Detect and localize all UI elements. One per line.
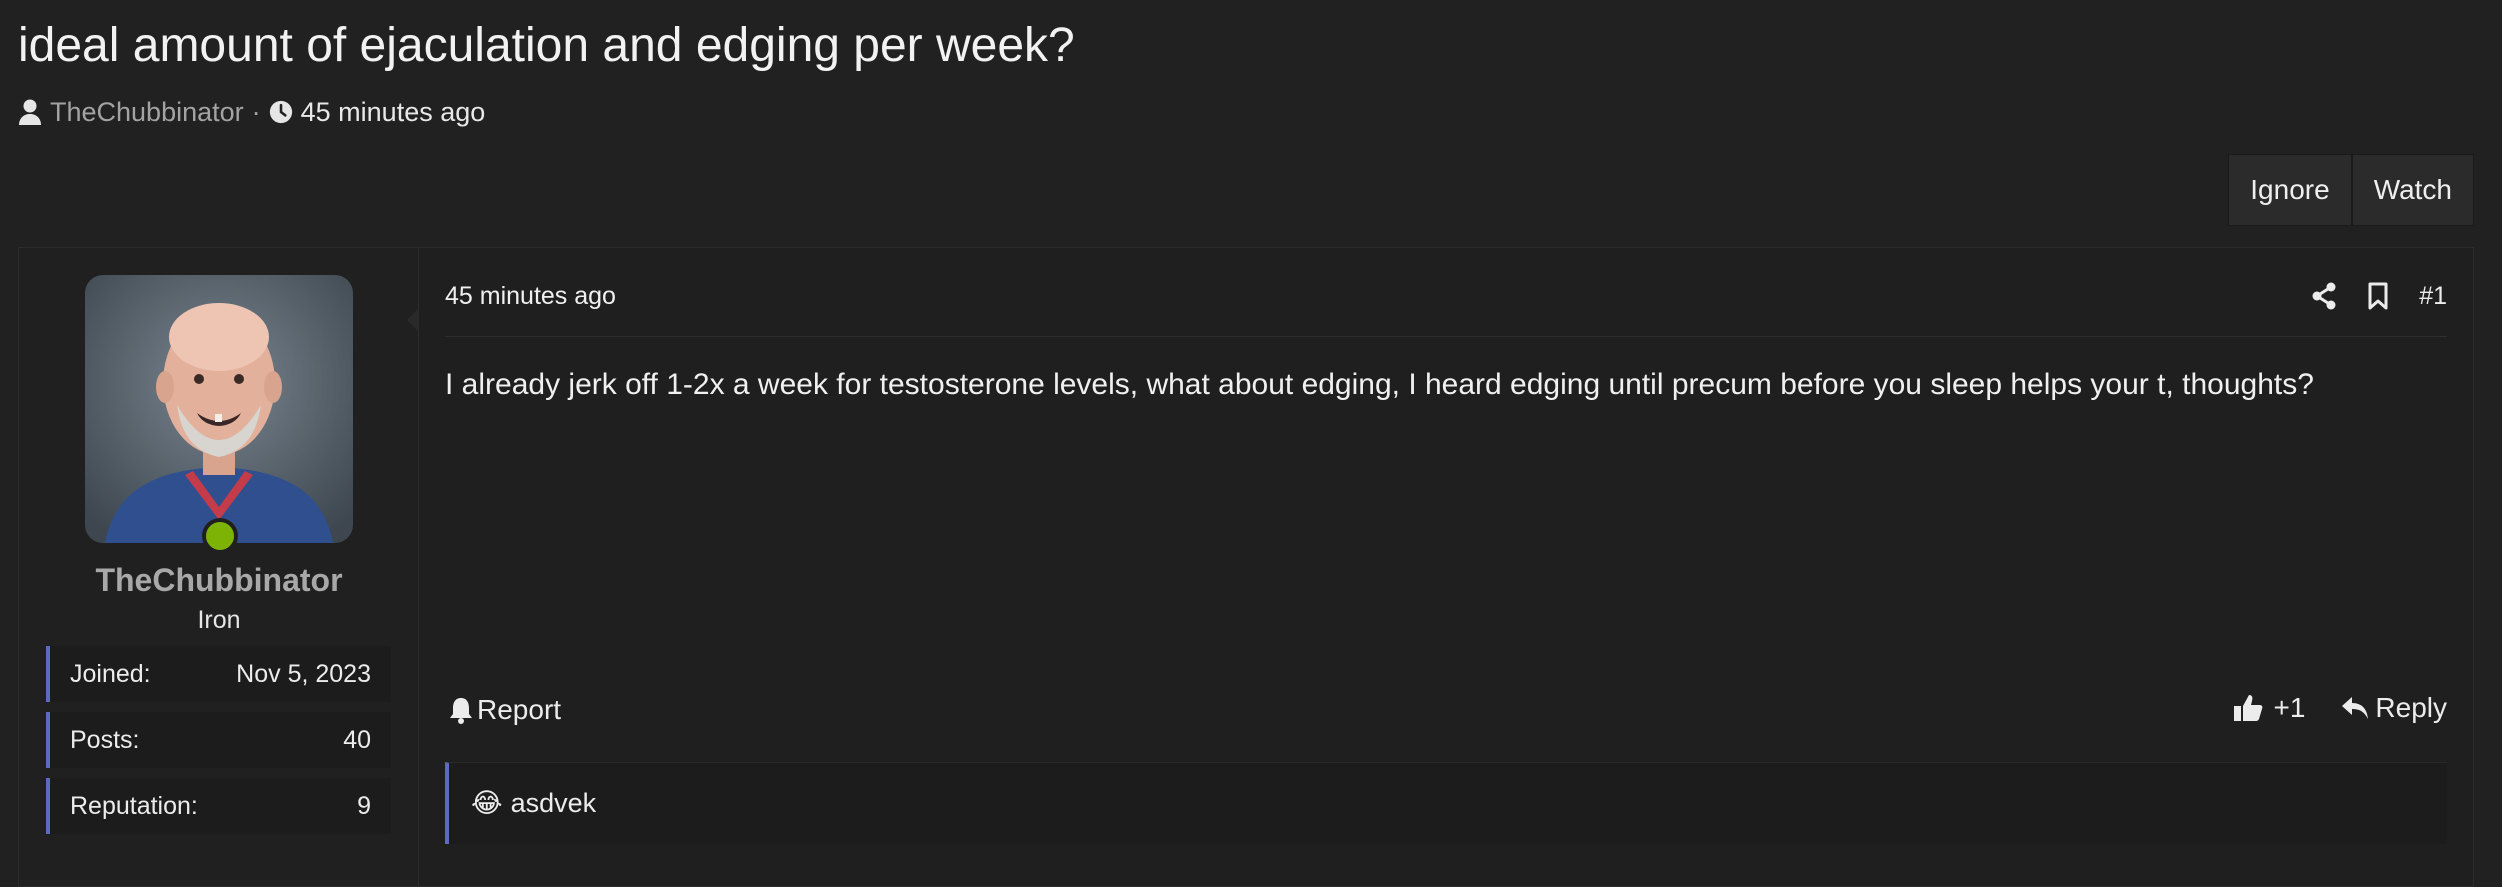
thread-time[interactable]: 45 minutes ago — [301, 97, 486, 128]
meta-separator: · — [251, 96, 261, 127]
stat-label: Reputation: — [70, 791, 198, 820]
stat-value: Nov 5, 2023 — [236, 659, 371, 688]
user-icon — [18, 98, 42, 126]
avatar[interactable] — [85, 275, 353, 543]
clock-icon — [269, 98, 293, 126]
online-status-indicator — [202, 518, 238, 554]
stat-value: 9 — [357, 791, 371, 820]
ignore-button[interactable]: Ignore — [2228, 154, 2352, 226]
stat-posts: Posts: 40 — [46, 712, 391, 768]
post-number-link[interactable]: #1 — [2419, 282, 2447, 311]
share-icon[interactable] — [2311, 282, 2337, 310]
post: TheChubbinator Iron Joined: Nov 5, 2023 … — [18, 247, 2474, 887]
stat-joined: Joined: Nov 5, 2023 — [46, 646, 391, 702]
report-label: Report — [477, 694, 562, 725]
watch-button[interactable]: Watch — [2351, 154, 2474, 226]
post-user-panel: TheChubbinator Iron Joined: Nov 5, 2023 … — [19, 248, 419, 886]
thumbs-up-icon — [2234, 695, 2263, 721]
user-rank-title: Iron — [197, 606, 241, 634]
reply-icon — [2342, 697, 2369, 719]
stat-label: Posts: — [70, 725, 140, 754]
message-caret — [407, 308, 419, 332]
like-count: +1 — [2273, 692, 2306, 723]
stat-value[interactable]: 40 — [343, 726, 371, 755]
thread-meta: TheChubbinator · 45 minutes ago — [18, 94, 485, 130]
reaction-user-link[interactable]: asdvek — [511, 788, 597, 819]
post-message: 45 minutes ago #1 I already jerk off 1-2… — [407, 248, 2473, 886]
thread-author-link[interactable]: TheChubbinator — [50, 97, 244, 128]
post-footer-actions: +1 Reply — [2233, 692, 2447, 724]
post-time[interactable]: 45 minutes ago — [445, 282, 616, 311]
post-tools: #1 — [2281, 276, 2447, 316]
stat-label: Joined: — [70, 659, 151, 688]
post-username[interactable]: TheChubbinator — [19, 562, 419, 599]
bell-icon — [450, 698, 472, 724]
stat-reputation: Reputation: 9 — [46, 778, 391, 834]
reply-label: Reply — [2375, 692, 2447, 723]
thread-actions: Ignore Watch — [2228, 154, 2474, 226]
like-button[interactable]: +1 — [2233, 692, 2305, 724]
bookmark-icon[interactable] — [2367, 282, 2389, 310]
reply-button[interactable]: Reply — [2341, 692, 2447, 724]
laughing-tears-emoji-icon: 😂 — [471, 788, 503, 818]
reactions-bar[interactable]: 😂 asdvek — [445, 762, 2447, 844]
thread-title: ideal amount of ejaculation and edging p… — [18, 19, 1075, 72]
report-button[interactable]: Report — [449, 694, 561, 726]
post-body: I already jerk off 1-2x a week for testo… — [445, 368, 2314, 401]
message-divider — [445, 336, 2447, 337]
